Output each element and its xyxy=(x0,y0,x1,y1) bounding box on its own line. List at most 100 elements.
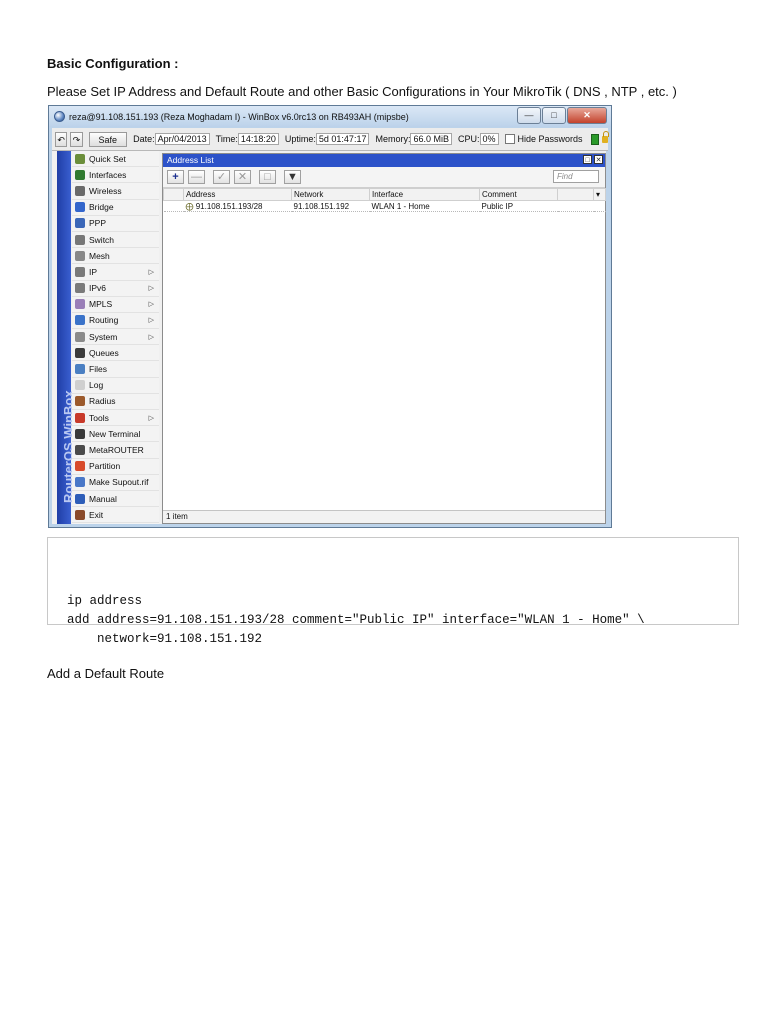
column-comment[interactable]: Comment xyxy=(479,188,558,201)
add-icon[interactable]: + xyxy=(167,170,184,184)
connection-status-icon xyxy=(590,133,600,145)
menu-item-routing[interactable]: Routing ▷ xyxy=(72,312,159,330)
menu-item-mesh[interactable]: Mesh xyxy=(72,248,159,265)
menu-icon xyxy=(75,380,85,391)
window-titlebar: reza@91.108.151.193 (Reza Moghadam I) - … xyxy=(49,106,611,127)
remove-icon[interactable]: — xyxy=(188,170,205,184)
menu-item-label: Log xyxy=(89,380,104,391)
menu-item-label: Quick Set xyxy=(89,153,126,164)
address-list-toolbar: + — ✓ ✕ □ ▼ Find xyxy=(163,167,605,188)
menu-item-label: Switch xyxy=(89,234,115,245)
cell-network: 91.108.151.192 xyxy=(291,200,370,212)
column-address[interactable]: Address xyxy=(183,188,292,201)
menu-item-mpls[interactable]: MPLS ▷ xyxy=(72,296,159,313)
close-button[interactable]: ✕ xyxy=(567,107,607,124)
menu-icon xyxy=(75,461,85,472)
menu-item-partition[interactable]: Partition xyxy=(72,458,159,475)
menu-item-system[interactable]: System ▷ xyxy=(72,329,159,346)
address-list-titlebar: Address List □ ✕ xyxy=(163,154,605,167)
menu-item-label: Routing xyxy=(89,315,119,326)
submenu-arrow-icon: ▷ xyxy=(148,285,154,293)
column-flags[interactable] xyxy=(163,188,184,201)
column-interface[interactable]: Interface xyxy=(369,188,480,201)
menu-item-log[interactable]: Log xyxy=(72,377,159,394)
intro-paragraph: Please Set IP Address and Default Route … xyxy=(47,84,677,99)
item-count: 1 item xyxy=(163,510,605,523)
submenu-arrow-icon: ▷ xyxy=(148,333,154,341)
menu-item-label: IPv6 xyxy=(89,283,107,294)
submenu-arrow-icon: ▷ xyxy=(148,268,154,276)
hide-passwords-checkbox[interactable]: Hide Passwords xyxy=(504,134,583,145)
menu-item-new-terminal[interactable]: New Terminal xyxy=(72,426,159,443)
menu-item-exit[interactable]: Exit xyxy=(72,507,159,524)
find-input[interactable]: Find xyxy=(553,170,599,183)
menu-item-ppp[interactable]: PPP xyxy=(72,215,159,232)
menu-item-label: IP xyxy=(89,266,98,277)
brand-strip: RouterOS WinBox xyxy=(57,151,76,524)
code-line: network=91.108.151.192 xyxy=(67,632,263,646)
column-menu-icon[interactable]: ▾ xyxy=(593,188,606,201)
menu-item-make-supout-rif[interactable]: Make Supout.rif xyxy=(72,474,159,491)
menu-item-label: New Terminal xyxy=(89,428,141,439)
menu-item-wireless[interactable]: Wireless xyxy=(72,183,159,200)
filter-icon[interactable]: ▼ xyxy=(284,170,301,184)
menu-icon xyxy=(75,396,85,407)
menu-item-bridge[interactable]: Bridge xyxy=(72,199,159,216)
menu-item-label: Partition xyxy=(89,461,121,472)
next-section-text: Add a Default Route xyxy=(47,666,165,681)
winbox-client-area: RouterOS WinBox Quick Set Interfaces Wirel… xyxy=(52,151,606,524)
menu-icon xyxy=(75,266,85,277)
close-subwindow-icon[interactable]: ✕ xyxy=(594,155,603,164)
menu-item-radius[interactable]: Radius xyxy=(72,393,159,410)
menu-icon xyxy=(75,153,85,164)
disable-icon[interactable]: ✕ xyxy=(234,170,251,184)
menu-icon xyxy=(75,493,85,504)
address-table: Address Network Interface Comment ▾ ⨁ 91… xyxy=(163,188,606,212)
menu-icon xyxy=(75,428,85,439)
undo-button[interactable]: ↶ xyxy=(55,131,68,147)
main-toolbar: ↶ ↷ Safe Mode Date:Apr/04/2013 Time:14:1… xyxy=(52,128,609,160)
menu-icon xyxy=(75,477,85,488)
menu-item-files[interactable]: Files xyxy=(72,361,159,378)
maximize-button[interactable]: □ xyxy=(542,107,566,124)
menu-item-switch[interactable]: Switch xyxy=(72,231,159,249)
menu-item-quick-set[interactable]: Quick Set xyxy=(72,151,159,168)
column-network[interactable]: Network xyxy=(291,188,370,201)
menu-icon xyxy=(75,347,85,358)
redo-button[interactable]: ↷ xyxy=(70,131,83,147)
menu-item-ip[interactable]: IP ▷ xyxy=(72,264,159,281)
menu-item-label: PPP xyxy=(89,218,107,229)
menu-item-label: Exit xyxy=(89,509,104,520)
restore-icon[interactable]: □ xyxy=(583,155,592,164)
menu-icon xyxy=(75,185,85,196)
column-spacer xyxy=(557,188,594,201)
menu-item-label: Tools xyxy=(89,412,109,423)
menu-item-queues[interactable]: Queues xyxy=(72,345,159,362)
menu-icon xyxy=(75,169,85,180)
menu-item-label: Make Supout.rif xyxy=(89,477,149,488)
menu-item-ipv6[interactable]: IPv6 ▷ xyxy=(72,280,159,297)
section-heading: Basic Configuration : xyxy=(47,56,179,71)
submenu-arrow-icon: ▷ xyxy=(148,301,154,309)
menu-item-label: Wireless xyxy=(89,185,122,196)
code-block: ip address add address=91.108.151.193/28 … xyxy=(47,537,739,646)
menu-item-interfaces[interactable]: Interfaces xyxy=(72,167,159,184)
enable-icon[interactable]: ✓ xyxy=(213,170,230,184)
side-menu: Quick Set Interfaces Wireless Bridge PPP Swit… xyxy=(72,151,159,524)
menu-item-label: MPLS xyxy=(89,299,113,310)
date-readout: Date: Apr/04/2013 xyxy=(133,133,210,145)
menu-icon xyxy=(75,315,85,326)
menu-icon xyxy=(75,299,85,310)
cpu-readout: CPU: 0% xyxy=(458,133,499,145)
table-row[interactable]: ⨁ 91.108.151.193/28 91.108.151.192 WLAN … xyxy=(163,200,606,212)
menu-item-metarouter[interactable]: MetaROUTER xyxy=(72,442,159,459)
menu-item-tools[interactable]: Tools ▷ xyxy=(72,410,159,427)
comment-icon[interactable]: □ xyxy=(259,170,276,184)
menu-icon xyxy=(75,234,85,245)
menu-item-manual[interactable]: Manual xyxy=(72,490,159,508)
minimize-button[interactable]: — xyxy=(517,107,541,124)
code-line: ip address xyxy=(67,594,143,608)
menu-icon xyxy=(75,250,85,261)
menu-item-label: Files xyxy=(89,364,107,375)
safe-mode-button[interactable]: Safe Mode xyxy=(88,131,128,160)
